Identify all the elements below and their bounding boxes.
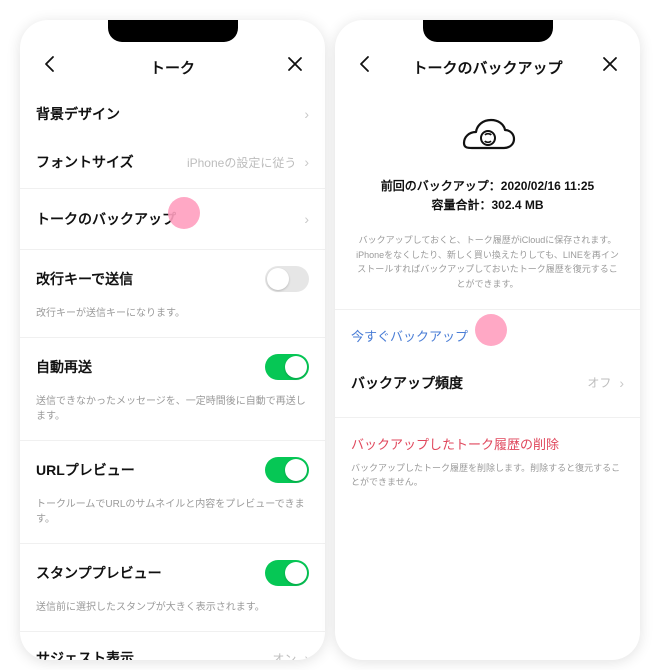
row-description: 送信前に選択したスタンプが大きく表示されます。 (20, 600, 325, 629)
row-label: バックアップ頻度 (351, 373, 463, 393)
row-url-preview: URLプレビュー (20, 443, 325, 497)
row-value: iPhoneの設定に従う (187, 154, 296, 171)
page-title: トークのバックアップ (379, 57, 596, 78)
divider (20, 188, 325, 189)
delete-description: バックアップしたトーク履歴を削除します。削除すると復元することができません。 (335, 461, 640, 490)
back-button[interactable] (36, 50, 64, 78)
row-label: フォントサイズ (36, 152, 134, 172)
link-label: バックアップしたトーク履歴の削除 (351, 437, 559, 452)
close-icon (602, 56, 618, 72)
row-enter-to-send: 改行キーで送信 (20, 252, 325, 306)
row-label: トークのバックアップ (36, 209, 176, 229)
chevron-right-icon: › (304, 154, 309, 170)
backup-summary: 前回のバックアップ：2020/02/16 11:25 容量合計：302.4 MB (335, 90, 640, 223)
close-button[interactable] (281, 50, 309, 78)
row-value: オン (272, 650, 296, 661)
chevron-left-icon (43, 55, 57, 73)
chevron-right-icon: › (619, 375, 624, 391)
close-button[interactable] (596, 50, 624, 78)
divider (20, 440, 325, 441)
row-label: 背景デザイン (36, 104, 120, 124)
divider (20, 249, 325, 250)
page-title: トーク (64, 57, 281, 78)
row-talk-backup[interactable]: トークのバックアップ › (20, 191, 325, 247)
highlight-marker (475, 314, 507, 346)
row-description: トークルームでURLのサムネイルと内容をプレビューできます。 (20, 497, 325, 541)
divider (20, 631, 325, 632)
row-label: スタンププレビュー (36, 563, 162, 583)
backup-now-button[interactable]: 今すぐバックアップ (335, 312, 640, 359)
back-button[interactable] (351, 50, 379, 78)
backup-help-text: バックアップしておくと、トーク履歴がiCloudに保存されます。iPhoneをな… (335, 223, 640, 307)
chevron-right-icon: › (304, 650, 309, 660)
row-label: 改行キーで送信 (36, 269, 133, 289)
row-label: サジェスト表示 (36, 648, 134, 660)
row-description: 改行キーが送信キーになります。 (20, 306, 325, 335)
notch (108, 20, 238, 42)
chevron-left-icon (358, 55, 372, 73)
toggle-url-preview[interactable] (265, 457, 309, 483)
notch (423, 20, 553, 42)
toggle-stamp-preview[interactable] (265, 560, 309, 586)
row-label: 自動再送 (36, 357, 92, 377)
chevron-right-icon: › (304, 106, 309, 122)
delete-backup-button[interactable]: バックアップしたトーク履歴の削除 (335, 417, 640, 461)
row-backup-frequency[interactable]: バックアップ頻度 オフ › (335, 359, 640, 407)
backup-content: 前回のバックアップ：2020/02/16 11:25 容量合計：302.4 MB… (335, 90, 640, 660)
last-backup-text: 前回のバックアップ：2020/02/16 11:25 (351, 177, 624, 196)
phone-talk-settings: トーク 背景デザイン › フォントサイズ iPhoneの設定に従う › トークの… (20, 20, 325, 660)
chevron-right-icon: › (304, 211, 309, 227)
divider (20, 337, 325, 338)
row-value: オフ (587, 374, 611, 391)
settings-list: 背景デザイン › フォントサイズ iPhoneの設定に従う › トークのバックア… (20, 90, 325, 660)
phone-backup-settings: トークのバックアップ 前回のバックアップ：2020/02/16 11:25 容量… (335, 20, 640, 660)
toggle-auto-resend[interactable] (265, 354, 309, 380)
close-icon (287, 56, 303, 72)
link-label: 今すぐバックアップ (351, 329, 468, 344)
backup-size-text: 容量合計：302.4 MB (351, 196, 624, 215)
row-background-design[interactable]: 背景デザイン › (20, 90, 325, 138)
divider (335, 309, 640, 310)
row-auto-resend: 自動再送 (20, 340, 325, 394)
row-description: 送信できなかったメッセージを、一定時間後に自動で再送します。 (20, 394, 325, 438)
row-font-size[interactable]: フォントサイズ iPhoneの設定に従う › (20, 138, 325, 186)
highlight-marker (168, 197, 200, 229)
row-suggest[interactable]: サジェスト表示 オン › (20, 634, 325, 660)
toggle-enter-send[interactable] (265, 266, 309, 292)
row-label: URLプレビュー (36, 460, 135, 480)
cloud-sync-icon (460, 118, 516, 163)
row-stamp-preview: スタンププレビュー (20, 546, 325, 600)
divider (20, 543, 325, 544)
